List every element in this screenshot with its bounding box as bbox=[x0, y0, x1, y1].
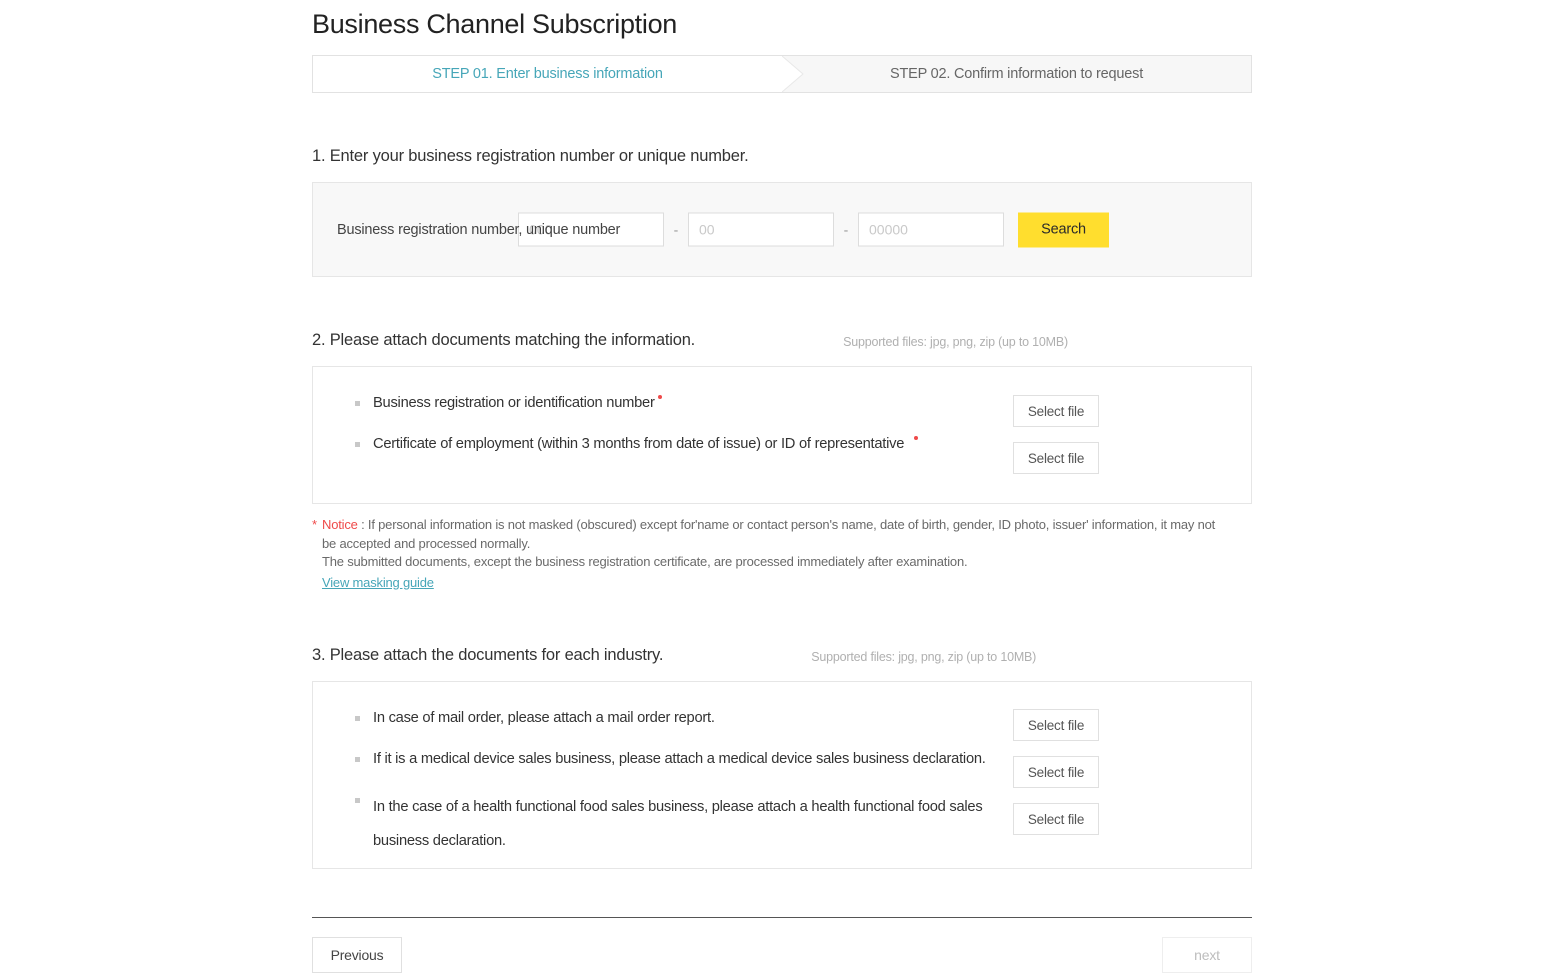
notice-text-1: If personal information is not masked (o… bbox=[367, 517, 1216, 532]
step-tab-02[interactable]: STEP 02. Confirm information to request bbox=[782, 56, 1251, 92]
section-2-title: 2. Please attach documents matching the … bbox=[312, 331, 696, 349]
section-3-supported-files: Supported files: jpg, png, zip (up to 10… bbox=[811, 650, 1037, 664]
attachment-row: In the case of a health functional food … bbox=[313, 790, 1251, 858]
business-number-part1-input[interactable] bbox=[518, 212, 664, 247]
search-button[interactable]: Search bbox=[1018, 212, 1109, 247]
attachment-label: In case of mail order, please attach a m… bbox=[373, 710, 715, 726]
step-tab-02-label: STEP 02. Confirm information to request bbox=[889, 66, 1144, 82]
attachment-row: In case of mail order, please attach a m… bbox=[313, 708, 1251, 729]
notice-separator: : bbox=[357, 517, 368, 532]
view-masking-guide-link[interactable]: View masking guide bbox=[322, 574, 434, 593]
section-3-title: 3. Please attach the documents for each … bbox=[312, 646, 664, 664]
footer-divider bbox=[312, 917, 1252, 918]
attachment-label: If it is a medical device sales business… bbox=[373, 751, 986, 767]
select-file-button-medical-device-declaration[interactable]: Select file bbox=[1013, 756, 1099, 788]
step-tab-01-label: STEP 01. Enter business information bbox=[432, 66, 663, 82]
bullet-icon bbox=[355, 442, 360, 447]
bullet-icon bbox=[355, 798, 360, 803]
select-file-button-mail-order-report[interactable]: Select file bbox=[1013, 709, 1099, 741]
business-number-fields: - - Search bbox=[518, 212, 1109, 247]
bullet-icon bbox=[355, 716, 360, 721]
bullet-icon bbox=[355, 401, 360, 406]
next-button[interactable]: next bbox=[1162, 937, 1252, 973]
required-dot-icon bbox=[914, 436, 919, 441]
notice-line-3: The submitted documents, except the busi… bbox=[322, 554, 968, 569]
business-number-panel: Business registration number, unique num… bbox=[312, 182, 1252, 277]
section-2-supported-files: Supported files: jpg, png, zip (up to 10… bbox=[843, 335, 1068, 349]
field-separator-1: - bbox=[673, 221, 679, 238]
attachment-label: In the case of a health functional food … bbox=[373, 799, 983, 849]
section-1-header: 1. Enter your business registration numb… bbox=[312, 147, 1252, 166]
page-title: Business Channel Subscription bbox=[312, 9, 678, 39]
business-number-part2-input[interactable] bbox=[688, 212, 834, 247]
section-2-header: 2. Please attach documents matching the … bbox=[312, 331, 1252, 350]
required-dot-icon bbox=[657, 395, 662, 400]
notice-line-2: be accepted and processed normally. bbox=[322, 535, 531, 551]
attachment-row: If it is a medical device sales business… bbox=[313, 749, 1251, 770]
notice-line-1: * Notice : If personal information is not… bbox=[312, 516, 1252, 535]
notice-label: Notice bbox=[322, 517, 358, 532]
masking-notice: * Notice : If personal information is not… bbox=[312, 516, 1252, 592]
attachment-row: Business registration or identification … bbox=[313, 393, 1251, 414]
step-indicator: STEP 01. Enter business information STEP… bbox=[312, 55, 1252, 93]
previous-button[interactable]: Previous bbox=[312, 937, 402, 973]
footer-navigation: Previous next bbox=[312, 937, 1252, 973]
field-separator-2: - bbox=[843, 221, 849, 238]
business-number-part3-input[interactable] bbox=[858, 212, 1004, 247]
attachment-row: Certificate of employment (within 3 mont… bbox=[313, 434, 1251, 455]
page-container: Business Channel Subscription STEP 01. E… bbox=[312, 0, 1252, 973]
section-2-attachment-box: Business registration or identification … bbox=[312, 366, 1252, 504]
select-file-button-health-food-declaration[interactable]: Select file bbox=[1013, 803, 1099, 835]
section-1-title: 1. Enter your business registration numb… bbox=[312, 147, 749, 165]
attachment-label: Certificate of employment (within 3 mont… bbox=[373, 434, 919, 455]
section-3-attachment-box: In case of mail order, please attach a m… bbox=[312, 681, 1252, 869]
attachment-label: Business registration or identification … bbox=[373, 393, 662, 414]
notice-asterisk-icon: * bbox=[312, 517, 317, 532]
section-3-header: 3. Please attach the documents for each … bbox=[312, 646, 1252, 665]
select-file-button-employment-certificate[interactable]: Select file bbox=[1013, 442, 1099, 474]
select-file-button-business-registration[interactable]: Select file bbox=[1013, 395, 1099, 427]
step-tab-01[interactable]: STEP 01. Enter business information bbox=[313, 56, 804, 92]
bullet-icon bbox=[355, 757, 360, 762]
